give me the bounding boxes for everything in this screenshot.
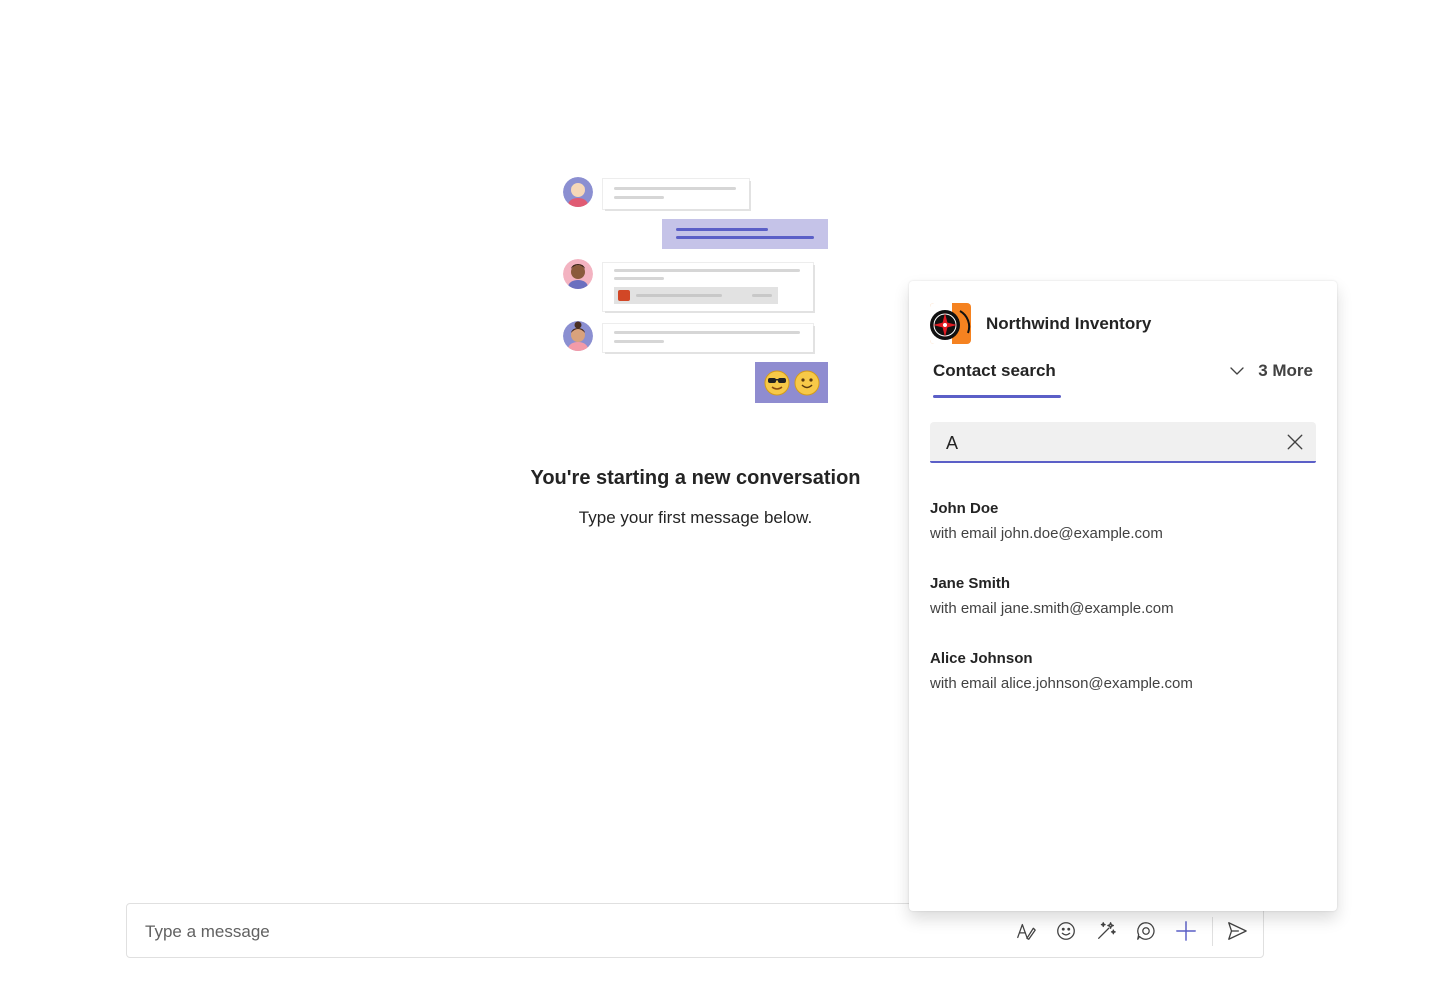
result-name: Alice Johnson — [930, 650, 1033, 667]
search-result-item[interactable]: John Doe with email john.doe@example.com — [930, 500, 1316, 560]
emoji-icon — [1057, 922, 1075, 940]
compose-box — [126, 903, 1264, 958]
tab-contact-search[interactable]: Contact search — [933, 361, 1056, 381]
add-icon — [1176, 921, 1196, 941]
avatar-illustration-2 — [563, 259, 593, 289]
add-button[interactable] — [1173, 918, 1199, 944]
close-icon — [1287, 434, 1303, 450]
copilot-sparkle-icon — [1098, 922, 1116, 939]
result-email: with email john.doe@example.com — [930, 525, 1163, 542]
result-email: with email alice.johnson@example.com — [930, 675, 1193, 692]
more-tabs-button[interactable]: 3 More — [1228, 361, 1313, 381]
search-result-item[interactable]: Jane Smith with email jane.smith@example… — [930, 575, 1316, 635]
search-result-item[interactable]: Alice Johnson with email alice.johnson@e… — [930, 650, 1316, 710]
send-icon — [1228, 922, 1247, 940]
avatar-illustration-3 — [563, 321, 593, 351]
chevron-down-icon — [1230, 367, 1244, 375]
message-input[interactable] — [143, 916, 847, 948]
loop-icon — [1137, 922, 1155, 940]
new-conversation-illustration — [560, 175, 832, 407]
app-name: Northwind Inventory — [986, 314, 1152, 333]
result-email: with email jane.smith@example.com — [930, 600, 1174, 617]
result-name: John Doe — [930, 500, 999, 517]
emoji-button[interactable] — [1053, 918, 1079, 944]
result-name: Jane Smith — [930, 575, 1011, 592]
more-tabs-label: 3 More — [1258, 361, 1313, 380]
message-card-1 — [603, 179, 749, 209]
emoji-reaction-bubble — [755, 362, 828, 403]
messaging-extension-popup: Northwind Inventory Contact search 3 Mor… — [909, 281, 1337, 911]
sunglasses-emoji-icon — [764, 370, 789, 395]
search-box — [930, 422, 1316, 463]
self-message-bubble — [662, 219, 828, 249]
message-card-3 — [603, 324, 813, 352]
compose-divider — [1212, 917, 1213, 946]
clear-search-button[interactable] — [1284, 431, 1306, 453]
avatar-illustration-1 — [563, 177, 593, 207]
northwind-app-logo — [930, 303, 971, 344]
copilot-button[interactable] — [1093, 918, 1119, 944]
message-card-2 — [603, 263, 813, 311]
smile-emoji-icon — [794, 370, 819, 395]
active-tab-indicator — [933, 395, 1061, 398]
loop-button[interactable] — [1133, 918, 1159, 944]
send-button[interactable] — [1224, 918, 1250, 944]
format-button[interactable] — [1013, 918, 1039, 944]
search-input[interactable] — [944, 429, 1268, 457]
format-icon — [1017, 923, 1036, 940]
